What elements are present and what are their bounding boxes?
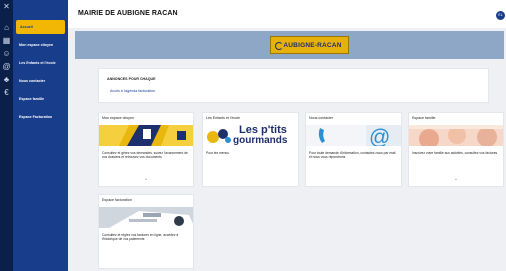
card-title: Espace famille [412,116,436,120]
card-text: Consultez et gérez vos demandes, suivez … [102,151,188,159]
card-title: Espace facturation [102,198,132,202]
card-text: Pour les menus [206,151,229,155]
icon-rail: ✕ ⌂ ▦ ☺ @ ♣ € [0,0,13,271]
news-link[interactable]: Accès à l'agenda facturation [110,89,155,93]
sidebar-item-enfants[interactable]: Les Enfants et l'école [13,56,68,70]
sidebar-item-accueil[interactable]: Accueil [16,20,65,34]
famille-photo [409,125,503,146]
euro-icon[interactable]: € [0,86,13,99]
main-content: MAIRIE DE AUBIGNE RACAN EL AUBIGNE-RACAN… [68,0,506,271]
card-title: Les Enfants et l'école [206,116,241,120]
news-heading: ANNONCES POUR CHAQUE [107,77,156,81]
chevron-down-icon[interactable]: ⌄ [454,176,458,182]
family-icon[interactable]: ♣ [0,73,13,86]
news-panel: ANNONCES POUR CHAQUE Accès à l'agenda fa… [98,68,489,103]
page-title: MAIRIE DE AUBIGNE RACAN [78,10,178,17]
citoyen-illustration [99,125,193,146]
town-logo-text: AUBIGNE-RACAN [283,41,342,49]
calendar-icon[interactable]: ▦ [0,34,13,47]
card-citoyen[interactable]: Mon espace citoyen Consultez et gérez vo… [98,112,194,187]
sidebar: Accueil Mon espace citoyen Les Enfants e… [13,0,68,271]
logo-line2: gourmands [233,135,288,146]
facturation-photo [99,207,193,228]
card-facturation[interactable]: Espace facturation Consultez et réglez v… [98,194,194,269]
home-icon[interactable]: ⌂ [0,21,13,34]
avatar[interactable]: EL [496,11,505,20]
card-title: Mon espace citoyen [102,116,134,120]
card-text: Pour toute demande d'information, contac… [309,151,396,159]
contact-illustration: @ [306,125,401,146]
svg-text:@: @ [369,126,390,146]
banner: AUBIGNE-RACAN [75,31,504,59]
card-title: Nous contacter [309,116,334,120]
sidebar-item-contact[interactable]: Nous contacter [13,74,68,88]
town-logo: AUBIGNE-RACAN [270,36,349,54]
people-icon[interactable]: ☺ [0,47,13,60]
swirl-icon [275,42,283,50]
card-text: Inscrivez votre famille aux activités, c… [412,151,498,155]
logo-line1: Les p'tits [239,125,287,136]
sidebar-item-citoyen[interactable]: Mon espace citoyen [13,38,68,52]
top-bar: MAIRIE DE AUBIGNE RACAN EL [68,0,506,28]
at-sign-icon[interactable]: @ [0,60,13,73]
card-text: Consultez et réglez vos factures en lign… [102,233,179,241]
sidebar-item-famille[interactable]: Espace famille [13,92,68,106]
card-famille[interactable]: Espace famille Inscrivez votre famille a… [408,112,504,187]
card-contact[interactable]: Nous contacter @ Pour toute demande d'in… [305,112,402,187]
sidebar-item-facturation[interactable]: Espace Facturation [13,110,68,124]
chevron-down-icon[interactable]: ⌄ [144,176,148,182]
ptits-gourmands-logo: Les p'tits gourmands [203,125,298,146]
close-icon[interactable]: ✕ [0,0,13,13]
card-enfants[interactable]: Les Enfants et l'école Les p'tits gourma… [202,112,299,187]
